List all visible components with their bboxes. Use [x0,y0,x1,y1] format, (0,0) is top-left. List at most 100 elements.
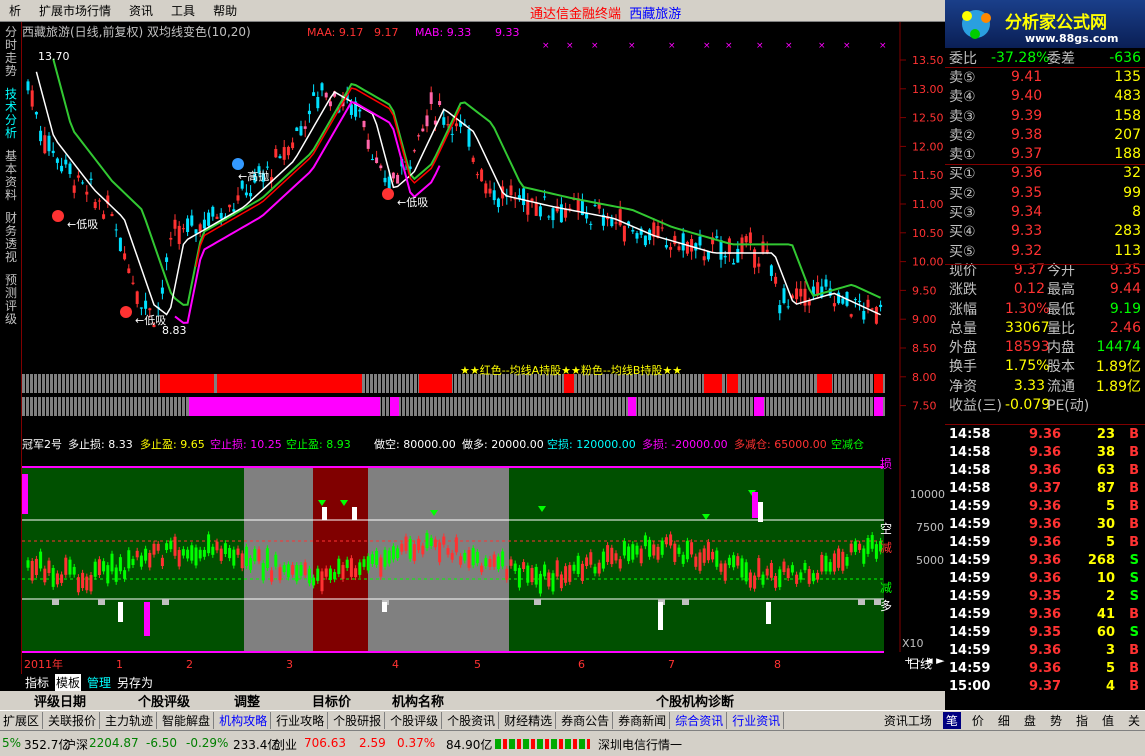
btn-indicator[interactable]: 指标 [25,674,49,691]
ind-bar [711,551,715,560]
ind-bar [324,568,328,577]
candle-body [484,183,488,194]
ind-bar [517,567,521,588]
price-tick: 10.00 [912,256,944,269]
duo-marker [162,599,169,605]
col-rating-date[interactable]: 评级日期 [34,691,86,710]
candle-body [324,92,328,98]
price-tick: 8.50 [912,342,937,355]
ind-bar [265,548,269,569]
col-diagnosis[interactable]: 个股机构诊断 [656,691,734,710]
btn-template[interactable]: 模板 [55,674,82,691]
bar-b-cell [678,397,681,416]
tab-finance[interactable]: 财务透视 [2,212,20,270]
right-tab-4[interactable]: 盘 [1021,712,1039,729]
ind-bar [55,573,59,585]
ind-bar [673,543,677,562]
candle-body [39,130,43,142]
info-tab-6[interactable]: 个股研报 [330,712,386,729]
candle-body [370,158,374,161]
bar-a-cell [686,374,689,393]
info-tab-10[interactable]: 券商公告 [558,712,614,729]
col-target-price[interactable]: 目标价 [312,691,351,710]
right-tab-3[interactable]: 细 [995,712,1013,729]
info-tab-2[interactable]: 主力轨迹 [102,712,158,729]
ind-bar [774,576,778,588]
top-mark: × [668,41,676,51]
info-label-2: PE(动) [1047,397,1090,414]
bar-a-cell [94,374,97,393]
bar-b-cell [122,397,125,416]
info-tab-1[interactable]: 关联报价 [45,712,101,729]
ind-bar [333,572,337,580]
ind-p9: 多减仓: 65000.00 [734,437,827,451]
info-tab-3[interactable]: 智能解盘 [159,712,215,729]
candle-body [879,304,883,307]
info-tab-8[interactable]: 个股资讯 [444,712,500,729]
tab-forecast[interactable]: 预测评级 [2,274,20,332]
right-tab-6[interactable]: 指 [1073,712,1091,729]
ind-bar [811,573,815,582]
bar-b-cell [54,397,57,416]
bar-a-cell [862,374,865,393]
info-tab-9[interactable]: 财经精选 [501,712,557,729]
info-tab-4[interactable]: 机构攻略 [216,712,272,729]
menu-item-news[interactable]: 资讯 [120,2,162,19]
bar-b-hold [754,397,764,416]
ind-bar [757,558,761,577]
bar-a-cell [398,374,401,393]
tick-list[interactable]: 14:58 9.36 23 B 14:58 9.36 38 B 14:58 9.36 63 B 14:5… [945,425,1145,696]
menu-item-ext-market[interactable]: 扩展市场行情 [30,2,120,19]
candle-body [278,156,282,159]
btn-manage[interactable]: 管理 [87,674,111,691]
right-tab-1[interactable]: 笔 [942,712,961,729]
menu-item-help[interactable]: 帮助 [204,2,246,19]
info-tab-5[interactable]: 行业攻略 [273,712,329,729]
candle-body [748,232,752,244]
menu-item-tools[interactable]: 工具 [162,2,204,19]
divider [945,67,1145,68]
ind-bar [370,554,374,564]
sell-label: 卖② [949,127,976,144]
tab-technical[interactable]: 技术分析 [2,88,20,146]
info-tab-0[interactable]: 扩展区 [0,712,44,729]
ind-bar [316,568,320,581]
info-tab-13[interactable]: 行业资讯 [729,712,785,729]
bar-b-cell [470,397,473,416]
bar-b-cell [162,397,165,416]
tab-intraday[interactable]: 分时走势 [2,26,20,84]
candle-body [379,165,383,169]
buy-volume: 99 [1123,184,1141,201]
tick-row: 14:58 9.37 87 B [945,479,1145,497]
right-tab-2[interactable]: 价 [969,712,987,729]
zoom-controls[interactable]: + - ◄ ► [900,652,945,674]
spike [758,502,763,522]
menu-item-analysis[interactable]: 析 [0,2,30,19]
col-adjust[interactable]: 调整 [234,691,260,710]
info-tab-11[interactable]: 券商新闻 [615,712,671,729]
st-1: 5% [2,736,22,750]
info-tab-12[interactable]: 综合资讯 [672,712,728,729]
right-tab-7[interactable]: 值 [1099,712,1117,729]
info-value: 1.30% [1005,300,1050,317]
col-org-name[interactable]: 机构名称 [392,691,444,710]
tab-fundamental[interactable]: 基本资料 [2,150,20,208]
ind-tick-0: 10000 [910,488,945,501]
bar-b-cell [610,397,613,416]
ind-bar [278,567,282,581]
menu-bar: 析 扩展市场行情 资讯 工具 帮助 通达信金融终端 西藏旅游 [0,0,945,22]
bar-b-cell [82,397,85,416]
col-stock-rating[interactable]: 个股评级 [138,691,190,710]
info-tab-7[interactable]: 个股评级 [387,712,443,729]
ind-bar [190,545,194,561]
tick-price: 9.36 [1029,570,1062,586]
right-tab-5[interactable]: 势 [1047,712,1065,729]
btn-saveas[interactable]: 另存为 [117,674,153,691]
sell-row: 卖③ 9.39 158 [945,106,1145,125]
candle-body [249,193,253,197]
ind-bar [433,539,437,548]
right-tab-0[interactable]: 资讯工场 [881,712,935,729]
ind-bar [459,556,463,565]
right-tab-8[interactable]: 关 [1125,712,1143,729]
kline-chart[interactable]: ←低吸←低吸←低吸←高抛× × × × × × × × × × × × 西藏旅游(日线,前复权) 双均… [22,22,945,674]
